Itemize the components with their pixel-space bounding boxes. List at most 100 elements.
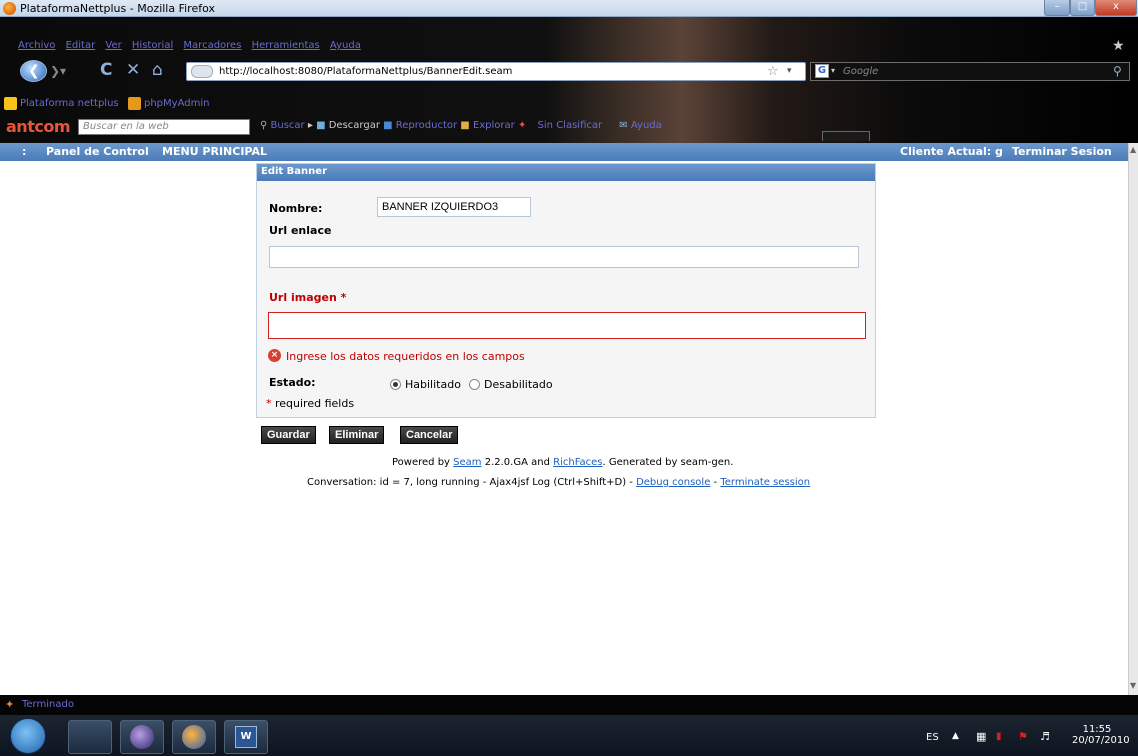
status-icon: ✦ [5, 698, 15, 711]
download-icon: ■ [316, 120, 326, 131]
engine-dropdown-icon[interactable]: ▾ [831, 66, 835, 75]
phpmyadmin-icon [128, 97, 141, 110]
taskbar [0, 715, 1138, 756]
desabilitado-label[interactable]: Desabilitado [484, 378, 553, 391]
delete-button[interactable]: Eliminar [329, 426, 385, 444]
required-note: * required fields [266, 397, 354, 410]
ant-explorar[interactable]: Explorar [473, 120, 515, 131]
menu-herramientas[interactable]: Herramientas [252, 40, 320, 51]
minimize-button[interactable]: – [1044, 0, 1070, 16]
radio-desabilitado[interactable] [469, 379, 480, 390]
menu-bar: Archivo Editar Ver Historial Marcadores … [18, 40, 368, 51]
ant-logo[interactable]: antcom [6, 117, 70, 136]
ant-sin-clasificar[interactable]: Sin Clasificar [538, 120, 603, 131]
forward-button[interactable]: ❯▾ [50, 64, 66, 78]
bookmark-plataforma[interactable]: Plataforma nettplus [20, 98, 119, 109]
url-enlace-input[interactable] [269, 246, 859, 268]
powered-by-line: Powered by Seam 2.2.0.GA and RichFaces. … [392, 457, 733, 468]
nav-menu-principal[interactable]: MENU PRINCIPAL [162, 145, 267, 158]
terminate-session-link[interactable]: Terminate session [720, 477, 810, 488]
url-imagen-label: Url imagen [269, 291, 337, 304]
required-asterisk: * [340, 291, 347, 304]
estado-label: Estado: [269, 376, 316, 389]
scroll-down-icon[interactable]: ▼ [1130, 681, 1136, 690]
search-box[interactable]: G ▾ Google ⚲ [810, 62, 1130, 81]
menu-archivo[interactable]: Archivo [18, 40, 55, 51]
required-note-asterisk: * [266, 397, 272, 410]
maximize-button[interactable]: □ [1070, 0, 1095, 16]
nombre-input[interactable] [377, 197, 531, 217]
page-nav-bar: : Panel de Control MENU PRINCIPAL Client… [0, 143, 1128, 161]
firefox-taskbar-icon [182, 725, 206, 749]
footer-dash: - [713, 477, 718, 488]
status-text: Terminado [22, 699, 74, 710]
stop-icon[interactable]: ✕ [126, 60, 140, 80]
ant-buscar[interactable]: Buscar [271, 120, 305, 131]
bookmark-phpmyadmin[interactable]: phpMyAdmin [144, 98, 209, 109]
nav-separator: : [22, 145, 27, 158]
ant-ayuda[interactable]: Ayuda [631, 120, 662, 131]
richfaces-link[interactable]: RichFaces [553, 457, 602, 468]
scroll-up-icon[interactable]: ▲ [1130, 145, 1136, 154]
ant-toolbar-items: ⚲ Buscar ▸ ■ Descargar ■ Reproductor ■ E… [260, 120, 662, 131]
address-text: http://localhost:8080/PlataformaNettplus… [219, 66, 513, 77]
page-scrollbar[interactable]: ▲ ▼ [1128, 143, 1138, 695]
throbber-icon: ★ [1112, 38, 1125, 54]
url-dropdown-icon[interactable]: ▾ [787, 66, 792, 76]
bookmark-star-icon[interactable]: ☆ [767, 64, 779, 79]
eclipse-icon [130, 725, 154, 749]
player-icon: ■ [383, 120, 393, 131]
seam-version: 2.2.0.GA and [484, 457, 550, 468]
action-center-icon[interactable]: ⚑ [1018, 730, 1028, 743]
tray-expand-icon[interactable]: ▲ [952, 731, 959, 741]
ant-reproductor[interactable]: Reproductor [396, 120, 457, 131]
nav-panel-control[interactable]: Panel de Control [46, 145, 149, 158]
url-imagen-input[interactable] [268, 312, 866, 339]
save-button[interactable]: Guardar [261, 426, 316, 444]
debug-console-link[interactable]: Debug console [636, 477, 710, 488]
menu-ayuda[interactable]: Ayuda [330, 40, 361, 51]
address-bar[interactable]: http://localhost:8080/PlataformaNettplus… [186, 62, 806, 81]
powered-by-prefix: Powered by [392, 457, 450, 468]
conversation-text: Conversation: id = 7, long running - Aja… [307, 477, 633, 488]
url-imagen-label-wrap: Url imagen * [269, 291, 346, 304]
close-button[interactable]: x [1095, 0, 1137, 16]
ant-descargar[interactable]: Descargar [329, 120, 380, 131]
menu-marcadores[interactable]: Marcadores [183, 40, 241, 51]
home-icon[interactable]: ⌂ [152, 60, 163, 80]
habilitado-label[interactable]: Habilitado [405, 378, 461, 391]
error-icon: × [268, 349, 281, 362]
bookmark-favicon-icon [4, 97, 17, 110]
current-client: Cliente Actual: g [900, 145, 1003, 158]
search-placeholder: Google [843, 66, 879, 77]
reload-icon[interactable]: C [100, 60, 112, 80]
radio-habilitado[interactable] [390, 379, 401, 390]
menu-historial[interactable]: Historial [132, 40, 173, 51]
start-button[interactable] [10, 718, 46, 754]
logout-link[interactable]: Terminar Sesion [1012, 145, 1112, 158]
menu-editar[interactable]: Editar [66, 40, 96, 51]
language-indicator[interactable]: ES [926, 732, 939, 743]
word-icon: W [235, 726, 257, 748]
mail-icon: ✉ [619, 120, 628, 131]
clock[interactable]: 11:55 20/07/2010 [1072, 724, 1130, 746]
network-icon[interactable]: ▦ [976, 730, 986, 743]
search-icon[interactable]: ⚲ [1113, 64, 1122, 78]
site-identity-icon[interactable] [191, 65, 213, 78]
cancel-button[interactable]: Cancelar [400, 426, 459, 444]
required-note-text: required fields [275, 397, 355, 410]
menu-ver[interactable]: Ver [105, 40, 121, 51]
seam-link[interactable]: Seam [453, 457, 481, 468]
google-icon[interactable]: G [815, 64, 829, 78]
ant-search-input[interactable]: Buscar en la web [78, 119, 250, 135]
taskbar-app-1[interactable] [68, 720, 112, 754]
back-arrow-icon: ❮ [28, 63, 40, 79]
toolbar-tab-decoration [822, 131, 870, 141]
clock-date: 20/07/2010 [1072, 735, 1130, 746]
ant-icon: ✦ [517, 120, 527, 131]
error-message: Ingrese los datos requeridos en los camp… [286, 350, 525, 363]
volume-icon[interactable]: ♬ [1040, 730, 1050, 743]
explore-icon: ■ [460, 120, 470, 131]
signal-icon[interactable]: ▮ [996, 731, 1002, 742]
conversation-line: Conversation: id = 7, long running - Aja… [307, 477, 810, 488]
